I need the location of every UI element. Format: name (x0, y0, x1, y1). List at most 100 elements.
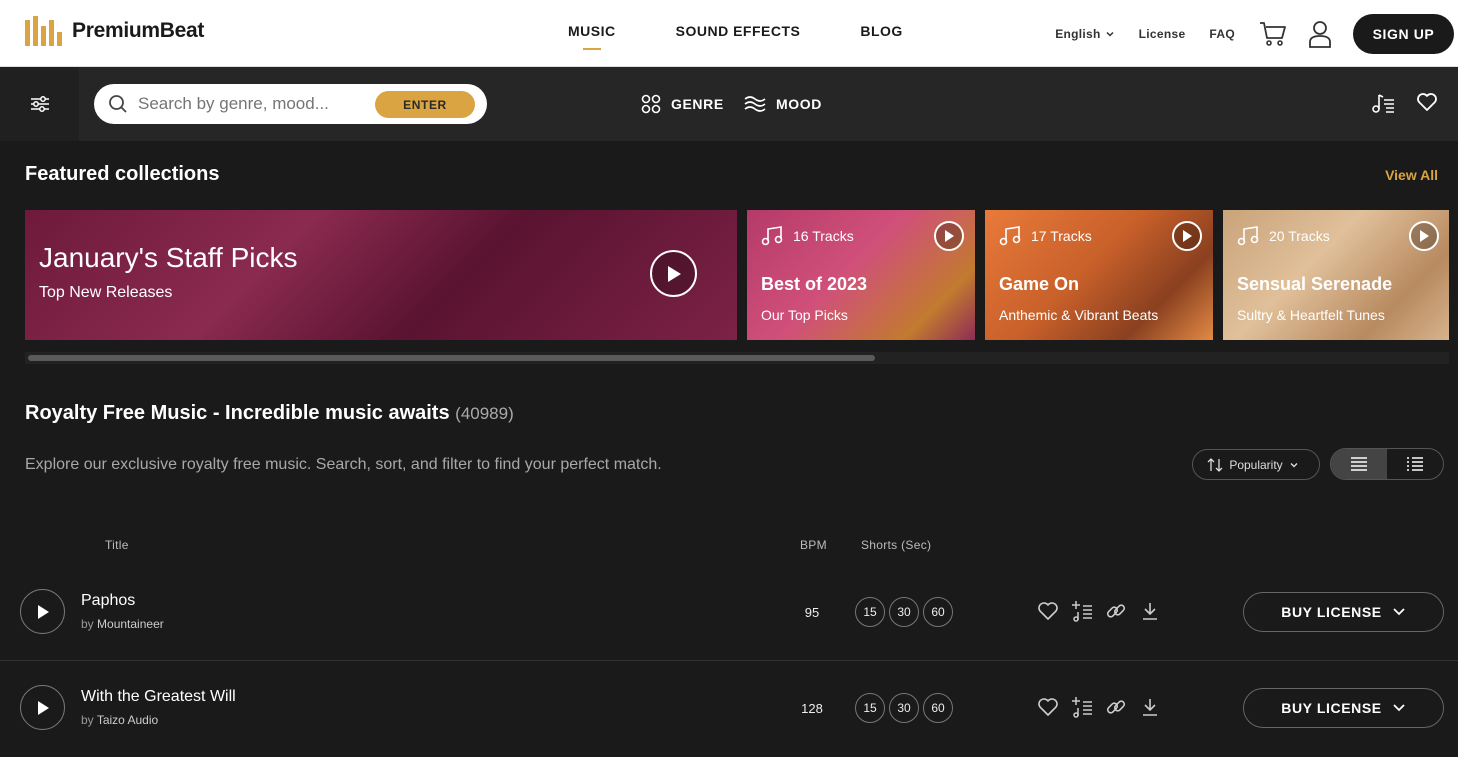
card-subtitle: Sultry & Heartfelt Tunes (1237, 307, 1385, 323)
search-icon (109, 95, 127, 113)
track-artist: by Taizo Audio (81, 713, 159, 727)
play-button[interactable] (20, 685, 65, 730)
genre-button[interactable]: GENRE (641, 67, 724, 141)
track-count: 17 Tracks (999, 226, 1092, 246)
card-subtitle: Anthemic & Vibrant Beats (999, 307, 1159, 323)
short-60-button[interactable]: 60 (923, 597, 953, 627)
download-icon[interactable] (1139, 600, 1161, 622)
music-note-icon (761, 226, 783, 246)
sort-label: Popularity (1229, 457, 1283, 472)
scrollbar-thumb[interactable] (28, 355, 875, 361)
download-icon[interactable] (1139, 696, 1161, 718)
track-bpm: 95 (804, 605, 820, 620)
card-subtitle: Top New Releases (39, 284, 173, 301)
nav-music[interactable]: MUSIC (568, 0, 616, 67)
music-description: Explore our exclusive royalty free music… (25, 456, 662, 473)
user-icon[interactable] (1309, 20, 1331, 48)
carousel-scrollbar[interactable] (25, 352, 1449, 364)
enter-button[interactable]: ENTER (375, 91, 475, 118)
compact-list-view-button[interactable] (1387, 449, 1443, 479)
mood-waves-icon (744, 96, 766, 112)
card-subtitle: Our Top Picks (761, 307, 848, 323)
mood-label: MOOD (776, 96, 822, 112)
play-icon[interactable] (934, 221, 964, 251)
view-toggle (1330, 448, 1444, 480)
card-title: Game On (999, 274, 1080, 294)
buy-license-button[interactable]: BUY LICENSE (1243, 592, 1444, 632)
column-header-shorts: Shorts (Sec) (861, 538, 932, 552)
short-15-button[interactable]: 15 (855, 597, 885, 627)
collection-card-staff-picks[interactable]: January's Staff Picks Top New Releases (25, 210, 737, 340)
track-title[interactable]: With the Greatest Will (81, 688, 236, 706)
shorts-buttons: 15 30 60 (855, 693, 953, 723)
play-icon[interactable] (650, 250, 697, 297)
music-note-icon (1237, 226, 1259, 246)
logo-bars-icon (25, 16, 62, 46)
list-compact-icon (1407, 457, 1423, 471)
search-box: ENTER (94, 84, 487, 124)
heart-icon[interactable] (1037, 600, 1059, 622)
track-count: 16 Tracks (761, 226, 854, 246)
track-artist: by Mountaineer (81, 617, 164, 631)
add-to-playlist-icon[interactable] (1071, 696, 1093, 718)
card-title: Sensual Serenade (1237, 274, 1393, 294)
column-header-bpm[interactable]: BPM (800, 538, 827, 552)
language-label: English (1055, 26, 1101, 41)
mood-button[interactable]: MOOD (744, 67, 822, 141)
search-input[interactable] (138, 94, 363, 114)
music-note-icon (999, 226, 1021, 246)
cart-icon[interactable] (1259, 21, 1287, 47)
brand-name: PremiumBeat (72, 19, 205, 42)
main-nav: MUSIC SOUND EFFECTS BLOG (568, 0, 963, 67)
buy-license-button[interactable]: BUY LICENSE (1243, 688, 1444, 728)
chevron-down-icon (1290, 462, 1298, 467)
column-header-title[interactable]: Title (105, 538, 129, 552)
short-15-button[interactable]: 15 (855, 693, 885, 723)
play-icon[interactable] (1172, 221, 1202, 251)
search-bar: ENTER GENRE MOOD (0, 67, 1458, 141)
featured-title: Featured collections (25, 163, 220, 185)
add-to-playlist-icon[interactable] (1071, 600, 1093, 622)
collection-card-sensual-serenade[interactable]: 20 Tracks Sensual Serenade Sultry & Hear… (1223, 210, 1449, 340)
license-link[interactable]: License (1139, 27, 1186, 41)
artist-link[interactable]: Taizo Audio (97, 713, 158, 727)
play-button[interactable] (20, 589, 65, 634)
sort-dropdown[interactable]: Popularity (1192, 449, 1320, 480)
track-title[interactable]: Paphos (81, 592, 135, 610)
heart-icon[interactable] (1037, 696, 1059, 718)
short-30-button[interactable]: 30 (889, 597, 919, 627)
view-all-link[interactable]: View All (1385, 167, 1438, 183)
sign-up-button[interactable]: SIGN UP (1353, 13, 1454, 54)
language-select[interactable]: English (1055, 27, 1114, 41)
play-icon (37, 604, 49, 619)
play-icon (37, 700, 49, 715)
link-icon[interactable] (1105, 600, 1127, 622)
genre-grid-icon (641, 94, 661, 114)
chevron-down-icon (1106, 31, 1114, 37)
collection-card-best-of-2023[interactable]: 16 Tracks Best of 2023 Our Top Picks (747, 210, 975, 340)
artist-link[interactable]: Mountaineer (97, 617, 164, 631)
premiumbeat-logo[interactable]: PremiumBeat (25, 16, 204, 46)
track-actions (1037, 600, 1161, 622)
filters-button[interactable] (0, 67, 79, 141)
chevron-down-icon (1393, 608, 1405, 616)
link-icon[interactable] (1105, 696, 1127, 718)
track-actions (1037, 696, 1161, 718)
favorites-heart-icon[interactable] (1416, 92, 1438, 117)
header-right: English License FAQ SIGN UP (1055, 0, 1458, 67)
genre-label: GENRE (671, 96, 724, 112)
playlist-icon[interactable] (1371, 92, 1395, 119)
sort-arrows-icon (1207, 457, 1223, 472)
nav-sound-effects[interactable]: SOUND EFFECTS (676, 0, 801, 67)
short-60-button[interactable]: 60 (923, 693, 953, 723)
collection-card-game-on[interactable]: 17 Tracks Game On Anthemic & Vibrant Bea… (985, 210, 1213, 340)
faq-link[interactable]: FAQ (1209, 27, 1235, 41)
play-icon[interactable] (1409, 221, 1439, 251)
short-30-button[interactable]: 30 (889, 693, 919, 723)
card-title: Best of 2023 (761, 274, 868, 294)
nav-blog[interactable]: BLOG (860, 0, 902, 67)
chevron-down-icon (1393, 704, 1405, 712)
music-section-title: Royalty Free Music - Incredible music aw… (25, 402, 514, 424)
shorts-buttons: 15 30 60 (855, 597, 953, 627)
detailed-list-view-button[interactable] (1331, 449, 1387, 479)
